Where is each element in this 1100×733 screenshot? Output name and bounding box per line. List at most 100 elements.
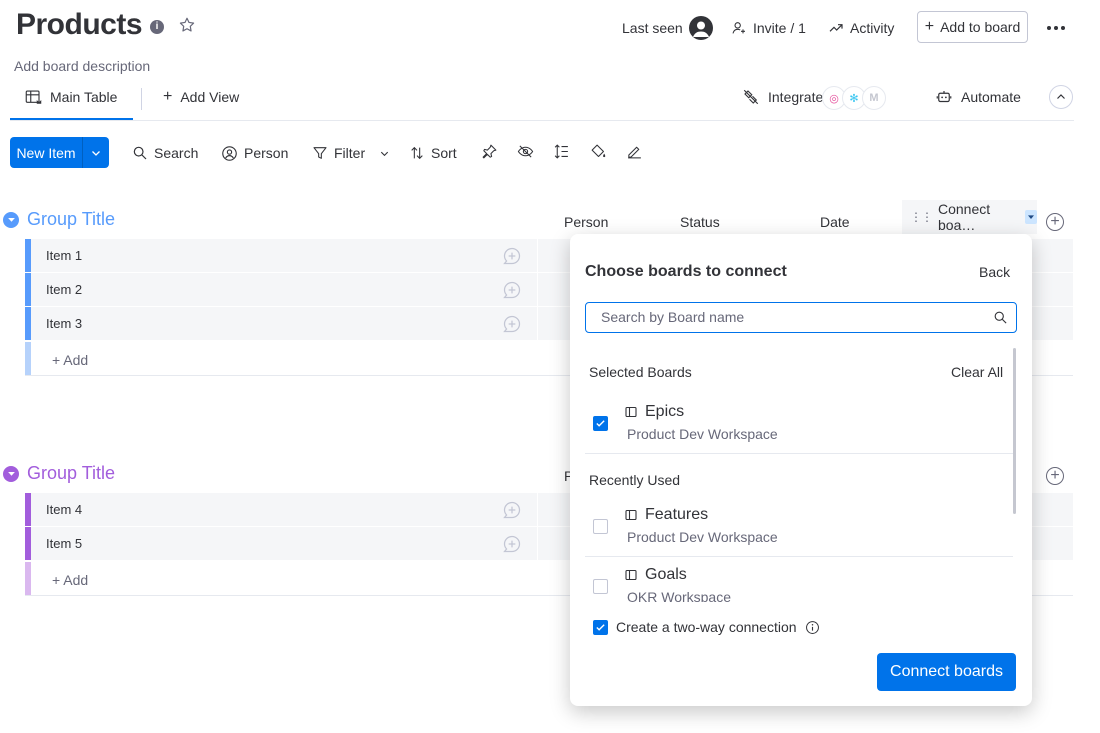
invite-button[interactable]: Invite / 1 — [731, 18, 806, 38]
add-update-icon[interactable] — [502, 280, 522, 300]
chevron-down-icon[interactable] — [82, 137, 109, 168]
board-name: Goals — [645, 566, 687, 583]
board-search-input[interactable] — [601, 303, 981, 331]
sort-icon — [409, 145, 425, 161]
connect-boards-dialog: Choose boards to connect Back Selected B… — [570, 234, 1032, 706]
search-button[interactable]: Search — [132, 143, 198, 163]
board-workspace: OKR Workspace — [627, 589, 731, 602]
group-header[interactable]: Group Title — [3, 209, 115, 230]
robot-icon — [935, 88, 953, 106]
board-icon — [625, 406, 637, 418]
column-header-person[interactable]: Person — [564, 214, 608, 230]
info-icon[interactable] — [805, 620, 820, 635]
search-icon — [993, 310, 1008, 325]
activity-button[interactable]: Activity — [828, 18, 894, 38]
drag-handle-icon[interactable]: ⋮⋮ — [910, 210, 933, 224]
hide-icon[interactable] — [517, 143, 534, 160]
integrate-button[interactable]: Integrate — [742, 88, 823, 106]
activity-label: Activity — [850, 20, 895, 36]
connect-boards-button[interactable]: Connect boards — [877, 653, 1016, 691]
filter-label: Filter — [334, 145, 366, 161]
add-view-label: Add View — [180, 89, 240, 105]
more-options-icon[interactable] — [1047, 26, 1065, 30]
chevron-down-icon[interactable] — [1024, 210, 1037, 224]
tab-main-table[interactable]: Main Table — [24, 88, 117, 106]
integration-logos[interactable]: ◎ ✻ M — [822, 86, 886, 110]
sort-button[interactable]: Sort — [409, 143, 457, 163]
edit-icon[interactable] — [626, 143, 643, 160]
collapse-header-button[interactable] — [1049, 85, 1073, 109]
add-column-button[interactable]: + — [1046, 467, 1064, 485]
person-filter-button[interactable]: Person — [221, 143, 288, 163]
board-title[interactable]: Products — [16, 8, 143, 42]
item-name[interactable]: Item 4 — [46, 502, 82, 517]
plus-icon: + — [924, 18, 935, 35]
board-option[interactable]: Goals — [625, 566, 687, 584]
paint-bucket-icon[interactable] — [590, 143, 607, 160]
dialog-title: Choose boards to connect — [585, 263, 787, 280]
tab-main-table-label: Main Table — [50, 89, 118, 105]
star-icon[interactable] — [178, 16, 196, 34]
board-checkbox[interactable] — [593, 579, 608, 594]
board-option[interactable]: Epics — [625, 403, 684, 421]
add-update-icon[interactable] — [502, 246, 522, 266]
automate-button[interactable]: Automate — [935, 88, 1021, 106]
add-view-button[interactable]: + Add View — [163, 88, 239, 106]
add-item-label[interactable]: + Add — [52, 572, 88, 588]
add-to-board-button[interactable]: + Add to board — [917, 11, 1028, 43]
two-way-checkbox[interactable] — [593, 620, 608, 635]
search-icon — [132, 145, 148, 161]
board-search-field[interactable] — [585, 302, 1017, 333]
chevron-down-icon[interactable] — [3, 465, 19, 482]
two-way-option[interactable]: Create a two-way connection — [616, 619, 820, 635]
board-option[interactable]: Features — [625, 506, 708, 524]
group-header[interactable]: Group Title — [3, 463, 115, 484]
selected-boards-label: Selected Boards — [589, 364, 692, 380]
back-button[interactable]: Back — [979, 264, 1010, 280]
add-update-icon[interactable] — [502, 500, 522, 520]
plus-icon: + — [163, 88, 173, 105]
pin-icon[interactable] — [481, 143, 498, 160]
item-name[interactable]: Item 3 — [46, 316, 82, 331]
integrate-icon — [742, 88, 760, 106]
add-item-label[interactable]: + Add — [52, 352, 88, 368]
add-update-icon[interactable] — [502, 314, 522, 334]
connect-boards-label: Connect boards — [890, 663, 1003, 680]
table-icon — [24, 88, 42, 106]
gmail-icon: M — [862, 86, 886, 110]
filter-button[interactable]: Filter — [312, 143, 390, 163]
integrate-label: Integrate — [768, 89, 824, 105]
info-icon[interactable]: i — [150, 20, 164, 34]
board-description[interactable]: Add board description — [14, 58, 150, 74]
column-header-status[interactable]: Status — [680, 214, 720, 230]
new-item-button[interactable]: New Item — [10, 137, 109, 168]
invite-icon — [731, 20, 747, 36]
item-name[interactable]: Item 5 — [46, 536, 82, 551]
board-checkbox[interactable] — [593, 416, 608, 431]
add-update-icon[interactable] — [502, 534, 522, 554]
invite-label: Invite / 1 — [753, 20, 806, 36]
activity-icon — [828, 20, 844, 36]
column-header-date[interactable]: Date — [820, 214, 850, 230]
group-title[interactable]: Group Title — [27, 463, 115, 484]
check-icon — [596, 420, 605, 427]
chevron-down-icon[interactable] — [3, 211, 19, 228]
chevron-down-icon[interactable] — [379, 148, 390, 159]
chevron-up-icon — [1057, 94, 1065, 99]
clear-all-button[interactable]: Clear All — [951, 364, 1003, 380]
scrollbar[interactable] — [1013, 348, 1016, 514]
board-name: Epics — [645, 403, 685, 420]
column-header-connect[interactable]: ⋮⋮ Connect boa… — [902, 200, 1037, 234]
item-name[interactable]: Item 2 — [46, 282, 82, 297]
add-column-button[interactable]: + — [1046, 213, 1064, 231]
item-name[interactable]: Item 1 — [46, 248, 82, 263]
divider — [585, 453, 1013, 454]
board-checkbox[interactable] — [593, 519, 608, 534]
new-item-label: New Item — [16, 144, 76, 161]
row-height-icon[interactable] — [553, 143, 570, 160]
person-label: Person — [244, 145, 289, 161]
search-label: Search — [154, 145, 199, 161]
last-seen-button[interactable]: Last seen — [622, 16, 713, 40]
group-title[interactable]: Group Title — [27, 209, 115, 230]
board-workspace-clip: OKR Workspace — [627, 588, 927, 602]
